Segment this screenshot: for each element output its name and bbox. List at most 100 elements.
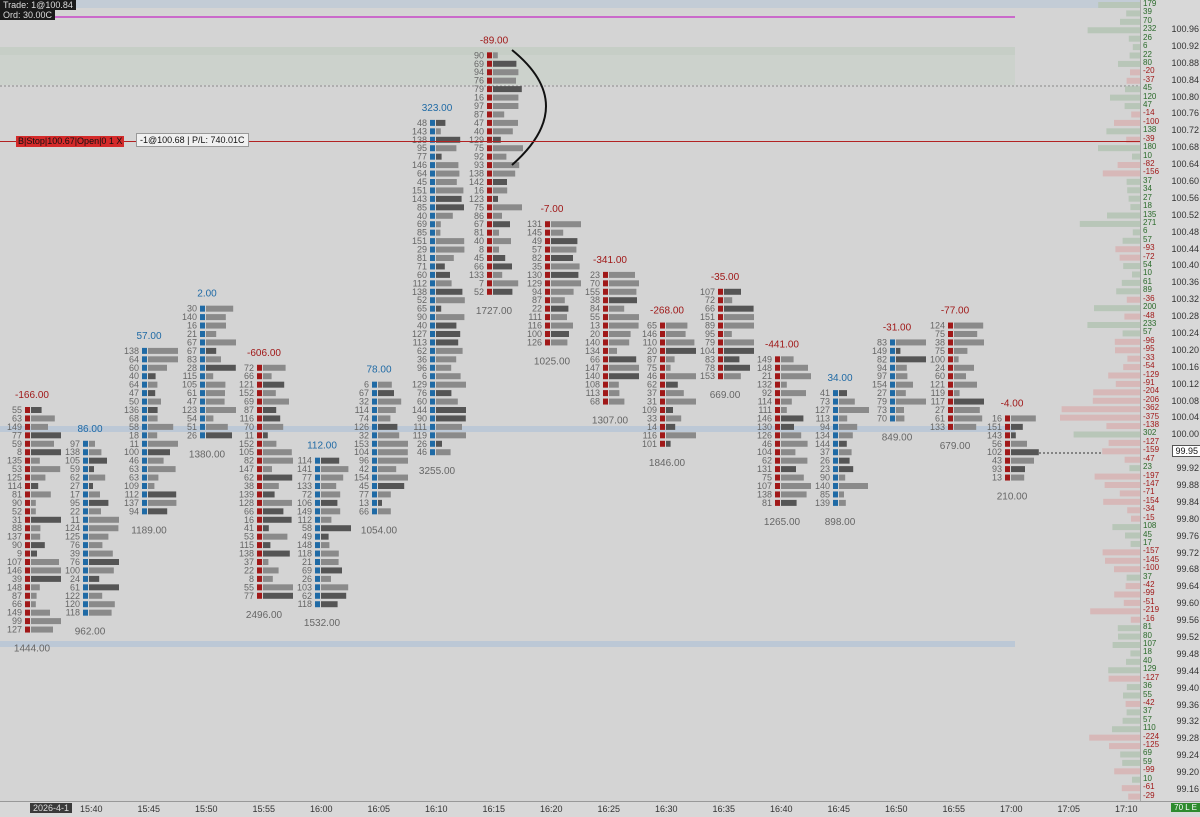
footprint-volume-bar [896, 364, 907, 371]
footprint-delta-cell [372, 398, 377, 405]
footprint-delta-cell [1005, 449, 1010, 456]
footprint-volume-bar [609, 288, 637, 295]
footprint-delta-cell [200, 381, 205, 388]
footprint-volume-bar [954, 347, 968, 354]
footprint-volume-bar [551, 271, 579, 278]
footprint-volume-bar [1011, 440, 1027, 447]
profile-bar [1131, 515, 1140, 522]
footprint-delta-cell [142, 415, 147, 422]
footprint-delta-cell [430, 187, 435, 194]
footprint-delta-cell [200, 398, 205, 405]
footprint-volume-bar [263, 499, 292, 506]
profile-bar [1122, 330, 1140, 337]
footprint-delta-cell [142, 508, 147, 515]
footprint-volume-bar [378, 466, 397, 473]
footprint-delta-cell [775, 483, 780, 489]
footprint-delta-cell [315, 483, 320, 489]
footprint-volume-bar [31, 525, 41, 532]
time-tick-label: 16:30 [655, 804, 678, 814]
footprint-volume-bar [781, 466, 796, 473]
footprint-volume-bar [666, 364, 671, 371]
footprint-delta-cell [430, 271, 435, 278]
footprint-delta-cell [487, 119, 492, 126]
footprint-delta-cell [257, 525, 262, 532]
footprint-bid-label: 70 [877, 413, 887, 423]
profile-bar [1130, 616, 1140, 623]
price-tick-label: 100.24 [1171, 328, 1199, 338]
profile-bar [1108, 372, 1140, 379]
footprint-delta-cell [430, 221, 435, 228]
footprint-volume-bar [839, 432, 853, 439]
time-tick-label: 15:50 [195, 804, 218, 814]
footprint-delta-cell [487, 195, 492, 202]
price-tick-label: 99.68 [1176, 564, 1199, 575]
footprint-delta-cell [142, 390, 147, 397]
footprint-volume-bar [89, 601, 115, 608]
footprint-delta-cell [372, 474, 377, 481]
footprint-volume-bar [1011, 449, 1039, 456]
footprint-volume-bar [781, 356, 794, 363]
footprint-delta-cell [487, 145, 492, 152]
footprint-volume-bar [436, 390, 452, 397]
footprint-volume-bar [263, 432, 268, 439]
footprint-volume-bar [954, 390, 960, 397]
footprint-delta-cell [948, 356, 953, 363]
profile-bar [1125, 700, 1140, 707]
column-delta-label: 57.00 [136, 331, 161, 342]
footprint-delta-cell [257, 415, 262, 422]
current-price-tag: 99.95 [1172, 445, 1200, 457]
footprint-chart[interactable]: 5563149775981355312511481905231881379091… [0, 0, 1200, 816]
footprint-volume-bar [263, 364, 286, 371]
footprint-volume-bar [31, 592, 37, 599]
footprint-volume-bar [781, 390, 806, 397]
profile-bar [1060, 414, 1140, 421]
footprint-delta-cell [430, 255, 435, 261]
footprint-delta-cell [948, 331, 953, 337]
footprint-delta-cell [25, 525, 30, 532]
time-axis[interactable]: 2026-4-1 70 L E 15:40 15:45 15:50 15:55 16:0… [0, 801, 1200, 817]
footprint-volume-bar [206, 398, 225, 405]
footprint-delta-cell [545, 339, 550, 346]
footprint-volume-bar [666, 440, 671, 447]
footprint-volume-bar [31, 407, 42, 413]
profile-bar [1103, 498, 1140, 505]
footprint-volume-bar [609, 390, 620, 397]
footprint-volume-bar [839, 466, 854, 473]
profile-bar [1125, 532, 1140, 539]
footprint-delta-cell [83, 525, 88, 532]
time-tick-label: 16:40 [770, 804, 793, 814]
column-volume-label: 1307.00 [592, 416, 629, 427]
profile-bar [1127, 355, 1140, 362]
footprint-delta-cell [487, 77, 492, 84]
price-axis[interactable]: 100.96 100.92 100.88 100.84 100.80 100.76 100.… [1140, 0, 1200, 816]
footprint-volume-bar [839, 483, 868, 489]
footprint-volume-bar [206, 314, 226, 321]
price-tick-label: 100.88 [1171, 57, 1199, 68]
column-delta-label: 78.00 [366, 365, 391, 376]
profile-bar [1123, 599, 1140, 606]
column-delta-label: 323.00 [422, 103, 453, 114]
footprint-volume-bar [954, 331, 978, 337]
footprint-delta-cell [833, 407, 838, 413]
footprint-volume-bar [493, 238, 511, 245]
footprint-delta-cell [83, 575, 88, 582]
footprint-delta-cell [142, 449, 147, 456]
footprint-delta-cell [948, 407, 953, 413]
footprint-delta-cell [25, 542, 30, 549]
footprint-delta-cell [1005, 457, 1010, 464]
footprint-volume-bar [206, 331, 217, 337]
footprint-volume-bar [148, 356, 178, 363]
footprint-volume-bar [666, 347, 696, 354]
footprint-delta-cell [603, 297, 608, 304]
footprint-volume-bar [263, 491, 275, 498]
footprint-delta-cell [487, 271, 492, 278]
footprint-volume-bar [31, 618, 61, 625]
footprint-volume-bar [666, 322, 688, 329]
stop-order-tag[interactable]: B|Stop|100.67|Open|0 1 X [16, 136, 125, 147]
footprint-volume-bar [321, 508, 341, 515]
footprint-delta-cell [430, 331, 435, 337]
footprint-bid-label: 13 [992, 473, 1002, 483]
footprint-delta-cell [200, 415, 205, 422]
footprint-volume-bar [321, 542, 330, 549]
footprint-delta-cell [718, 373, 723, 380]
